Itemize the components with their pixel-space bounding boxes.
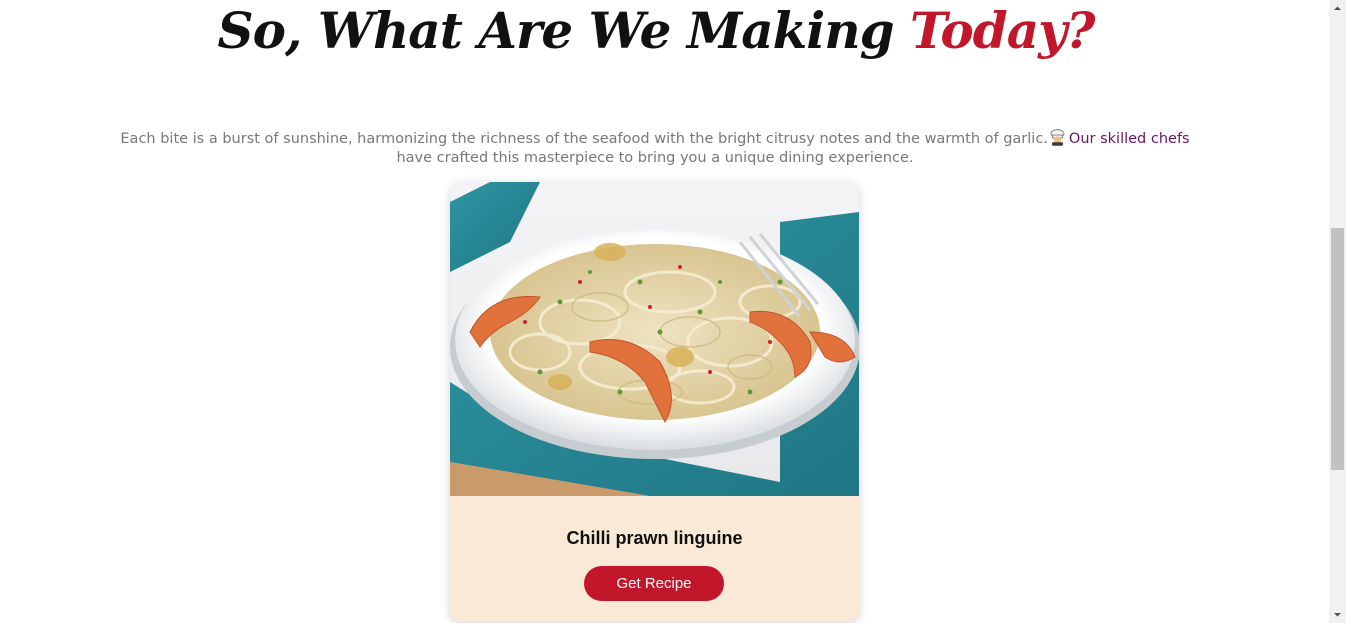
scroll-down-arrow-icon[interactable] <box>1329 606 1346 623</box>
skilled-chefs-link[interactable]: Our skilled chefs <box>1069 131 1190 147</box>
scroll-up-arrow-icon[interactable] <box>1329 0 1346 17</box>
vertical-scrollbar[interactable] <box>1329 0 1346 623</box>
heading-accent: Today? <box>909 1 1096 60</box>
recipe-card: Chilli prawn linguine Get Recipe <box>450 182 859 622</box>
intro-text: Each bite is a burst of sunshine, harmon… <box>120 131 1048 147</box>
recipe-title: Chilli prawn linguine <box>566 528 743 548</box>
page: So, What Are We Making Today? Each bite … <box>0 0 1329 623</box>
intro-paragraph: Each bite is a burst of sunshine, harmon… <box>120 129 1190 168</box>
recipe-photo <box>450 182 859 496</box>
chef-emoji-icon <box>1049 129 1066 146</box>
get-recipe-button[interactable]: Get Recipe <box>584 566 724 601</box>
intro-text-after: have crafted this masterpiece to bring y… <box>396 150 914 166</box>
scrollbar-thumb[interactable] <box>1331 228 1344 470</box>
section-heading: So, What Are We Making Today? <box>0 0 1312 62</box>
heading-main: So, What Are We Making <box>217 1 910 60</box>
